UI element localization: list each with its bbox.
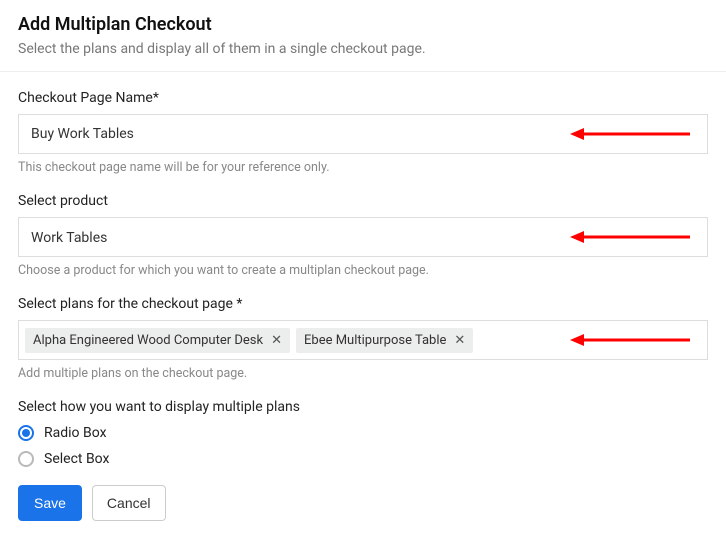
radio-option-select-box[interactable]: Select Box: [18, 451, 708, 467]
page-title: Add Multiplan Checkout: [18, 14, 708, 35]
page-header: Add Multiplan Checkout Select the plans …: [0, 0, 726, 72]
plan-tag-label: Ebee Multipurpose Table: [304, 333, 446, 348]
close-icon[interactable]: ✕: [454, 334, 465, 347]
plan-tag: Ebee Multipurpose Table ✕: [296, 328, 473, 353]
label-plans: Select plans for the checkout page *: [18, 296, 708, 312]
radio-option-radio-box[interactable]: Radio Box: [18, 425, 708, 441]
radio-group-display: Radio Box Select Box: [18, 425, 708, 467]
plan-tag-label: Alpha Engineered Wood Computer Desk: [33, 333, 263, 348]
product-select[interactable]: Work Tables: [18, 217, 708, 257]
radio-icon: [18, 425, 34, 441]
input-wrap-name: [18, 114, 708, 154]
field-plans: Select plans for the checkout page * Alp…: [18, 296, 708, 381]
input-wrap-plans: Alpha Engineered Wood Computer Desk ✕ Eb…: [18, 320, 708, 360]
field-display-mode: Select how you want to display multiple …: [18, 399, 708, 467]
label-product: Select product: [18, 193, 708, 209]
hint-product: Choose a product for which you want to c…: [18, 263, 708, 278]
radio-label: Select Box: [44, 451, 109, 467]
label-display-mode: Select how you want to display multiple …: [18, 399, 708, 415]
form-body: Checkout Page Name* This checkout page n…: [0, 72, 726, 539]
cancel-button[interactable]: Cancel: [92, 485, 166, 521]
save-button[interactable]: Save: [18, 485, 82, 521]
page-subtitle: Select the plans and display all of them…: [18, 41, 708, 57]
input-wrap-product: Work Tables: [18, 217, 708, 257]
checkout-name-input[interactable]: [18, 114, 708, 154]
form-actions: Save Cancel: [18, 485, 708, 521]
field-checkout-name: Checkout Page Name* This checkout page n…: [18, 90, 708, 175]
product-select-value: Work Tables: [31, 230, 107, 246]
radio-icon: [18, 451, 34, 467]
field-product: Select product Work Tables Choose a prod…: [18, 193, 708, 278]
hint-checkout-name: This checkout page name will be for your…: [18, 160, 708, 175]
label-checkout-name: Checkout Page Name*: [18, 90, 708, 106]
radio-label: Radio Box: [44, 425, 107, 441]
plan-tag: Alpha Engineered Wood Computer Desk ✕: [25, 328, 290, 353]
hint-plans: Add multiple plans on the checkout page.: [18, 366, 708, 381]
close-icon[interactable]: ✕: [271, 334, 282, 347]
plans-multiselect[interactable]: Alpha Engineered Wood Computer Desk ✕ Eb…: [18, 320, 708, 360]
